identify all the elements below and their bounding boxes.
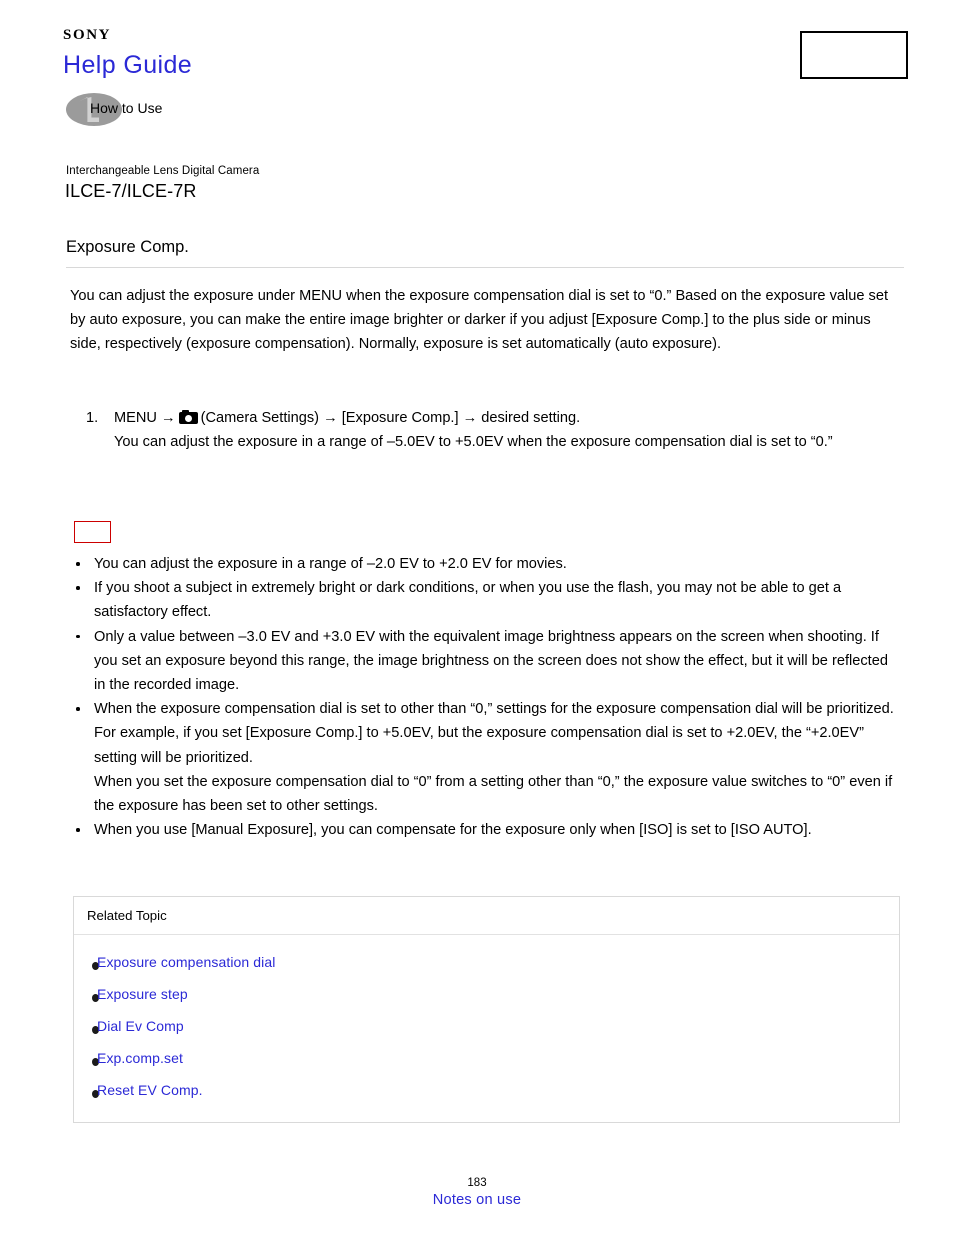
note-item: You can adjust the exposure in a range o…	[70, 552, 900, 576]
list-item[interactable]: Exposure compensation dial	[74, 946, 899, 978]
note-item: When you use [Manual Exposure], you can …	[70, 818, 900, 842]
intro-paragraph: You can adjust the exposure under MENU w…	[70, 288, 889, 353]
steps-list: 1. MENU → (Camera Settings) → [Exposure C…	[70, 406, 896, 454]
step-item: 1. MENU → (Camera Settings) → [Exposure C…	[70, 406, 896, 454]
note-item: If you shoot a subject in extremely brig…	[70, 576, 900, 624]
note-item: When the exposure compensation dial is s…	[70, 697, 900, 818]
top-right-placeholder-box[interactable]	[800, 31, 908, 79]
related-topic-links: Exposure compensation dial Exposure step…	[74, 935, 899, 1122]
list-item[interactable]: Dial Ev Comp	[74, 1010, 899, 1042]
list-item[interactable]: Reset EV Comp.	[74, 1074, 899, 1106]
step-number: 1.	[86, 410, 99, 426]
product-category: Interchangeable Lens Digital Camera	[66, 165, 260, 177]
product-model: ILCE-7/ILCE-7R	[65, 181, 197, 201]
notes-list: You can adjust the exposure in a range o…	[70, 552, 900, 842]
how-to-use-label: How to Use	[90, 100, 163, 116]
note-label-box	[74, 521, 111, 543]
sony-logo: SONY	[63, 27, 112, 43]
title-divider	[66, 267, 904, 268]
step-detail-text: You can adjust the exposure in a range o…	[114, 434, 833, 451]
list-item[interactable]: Exposure step	[74, 978, 899, 1010]
note-item: Only a value between –3.0 EV and +3.0 EV…	[70, 625, 900, 698]
list-item[interactable]: Exp.comp.set	[74, 1042, 899, 1074]
related-link[interactable]: Dial Ev Comp	[97, 1018, 184, 1034]
page-number: 183	[467, 1177, 487, 1189]
footer: 183 Notes on use	[0, 1176, 954, 1210]
camera-settings-icon	[178, 410, 198, 424]
related-topic-heading: Related Topic	[74, 897, 899, 935]
footer-link[interactable]: Notes on use	[433, 1192, 521, 1208]
related-link[interactable]: Reset EV Comp.	[97, 1082, 203, 1098]
page-title: Exposure Comp.	[66, 238, 189, 256]
related-link[interactable]: Exp.comp.set	[97, 1050, 183, 1066]
related-topic-panel: Related Topic Exposure compensation dial…	[73, 896, 900, 1123]
step-lead-text: MENU →	[114, 410, 176, 426]
related-link[interactable]: Exposure compensation dial	[97, 954, 275, 970]
related-link[interactable]: Exposure step	[97, 986, 188, 1002]
step-trail-text: (Camera Settings) → [Exposure Comp.] → d…	[200, 410, 581, 426]
help-guide-title: Help Guide	[63, 51, 193, 79]
